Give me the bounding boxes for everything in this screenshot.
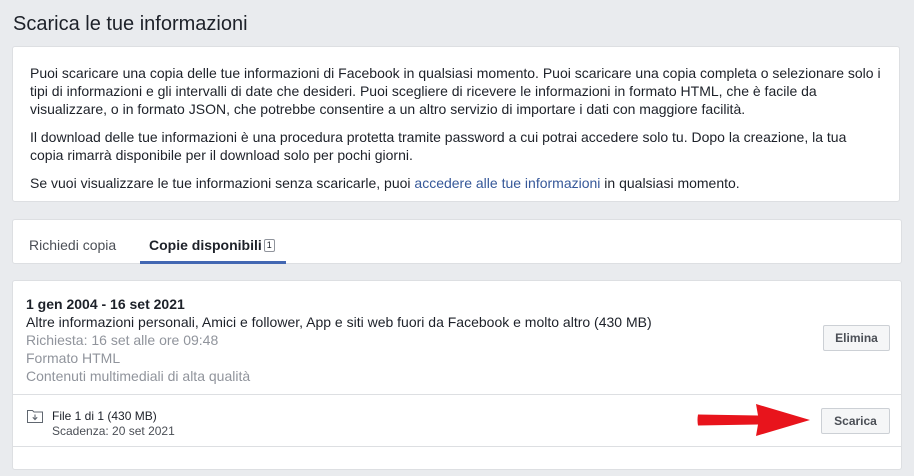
copy-contents: Altre informazioni personali, Amici e fo…: [26, 314, 652, 330]
copy-media-quality: Contenuti multimediali di alta qualità: [26, 368, 251, 384]
info-card: Puoi scaricare una copia delle tue infor…: [12, 46, 900, 202]
tab-request-copy[interactable]: Richiedi copia: [29, 236, 116, 254]
tab-available-copies[interactable]: Copie disponibili 1: [149, 236, 275, 254]
available-count-badge: 1: [263, 239, 275, 252]
page-title: Scarica le tue informazioni: [13, 13, 248, 35]
tab-available-copies-label: Copie disponibili: [149, 237, 262, 253]
active-tab-indicator: [140, 261, 286, 264]
copy-date-range: 1 gen 2004 - 16 set 2021: [26, 296, 185, 312]
annotation-arrow-icon: [697, 404, 810, 436]
info-paragraph-security: Il download delle tue informazioni è una…: [30, 129, 847, 163]
info-paragraph-formats: Puoi scaricare una copia delle tue infor…: [30, 65, 881, 117]
file-expiry-date: Scadenza: 20 set 2021: [52, 424, 175, 438]
copy-requested-date: Richiesta: 16 set alle ore 09:48: [26, 332, 219, 348]
copy-format: Formato HTML: [26, 350, 121, 366]
tabs-bar: Richiedi copia Copie disponibili 1: [12, 219, 902, 264]
delete-button[interactable]: Elimina: [823, 325, 890, 351]
access-your-information-link[interactable]: accedere alle tue informazioni: [414, 175, 600, 191]
info-access-text-before: Se vuoi visualizzare le tue informazioni…: [30, 175, 415, 191]
file-name: File 1 di 1 (430 MB): [52, 409, 157, 423]
info-paragraph-access: Se vuoi visualizzare le tue informazioni…: [30, 174, 883, 192]
folder-download-icon: [27, 410, 43, 423]
info-access-text-after: in qualsiasi momento.: [600, 175, 740, 191]
download-button[interactable]: Scarica: [821, 408, 890, 434]
available-copy-card: 1 gen 2004 - 16 set 2021 Altre informazi…: [12, 280, 902, 470]
file-row: File 1 di 1 (430 MB) Scadenza: 20 set 20…: [13, 394, 901, 447]
